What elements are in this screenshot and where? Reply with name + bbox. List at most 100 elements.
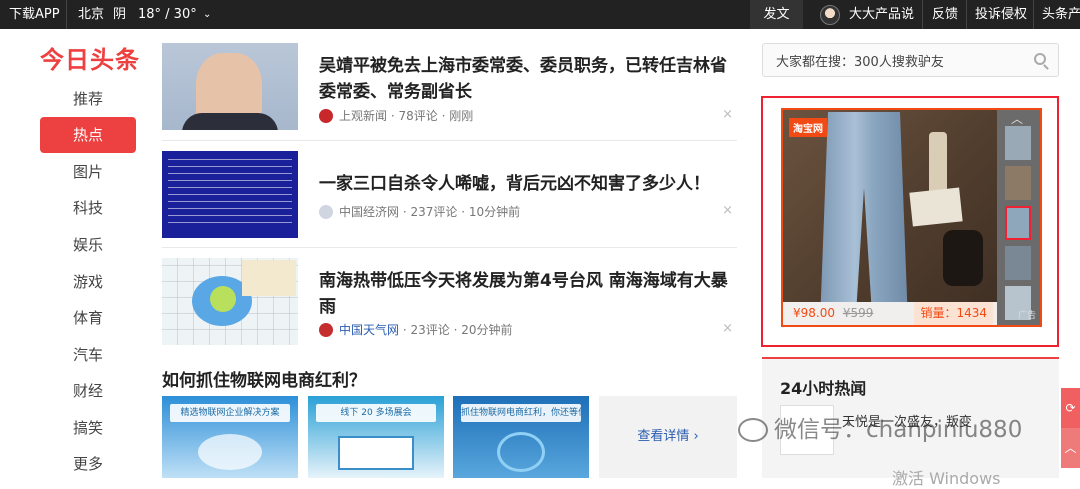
article-time: 10分钟前 <box>468 205 521 219</box>
temperature-label[interactable]: 18° / 30° <box>138 0 197 29</box>
meta-dot: · <box>402 323 407 337</box>
toutiao-logo[interactable]: 今日头条 <box>40 40 140 75</box>
rain-core <box>210 286 236 312</box>
promo-card[interactable]: 抓住物联网电商红利，你还等什么？ <box>453 396 589 478</box>
ad-sales: 销量：1434 <box>914 302 993 325</box>
nav-item-sports[interactable]: 体育 <box>40 300 136 336</box>
chevron-up-icon[interactable]: ︿ <box>1011 110 1023 127</box>
search-box[interactable] <box>762 43 1059 77</box>
article-meta: 中国天气网 · 23评论 · 20分钟前 <box>319 321 513 338</box>
article-title[interactable]: 一家三口自杀令人唏嘘，背后元凶不知害了多少人！ <box>319 171 739 197</box>
promo-card[interactable]: 精选物联网企业解决方案 <box>162 396 298 478</box>
ad-thumbnail[interactable] <box>1005 126 1031 160</box>
article-title[interactable]: 南海热带低压今天将发展为第4号台风 南海海域有大暴雨 <box>319 268 739 320</box>
more-products-link[interactable]: 头条产 <box>1042 0 1080 29</box>
article-time: 刚刚 <box>449 109 474 123</box>
promo-label: 精选物联网企业解决方案 <box>170 404 290 422</box>
separator <box>1033 0 1034 29</box>
weather-label: 阴 <box>113 7 127 22</box>
ad-thumbnail[interactable] <box>1005 246 1031 280</box>
ad-product-image[interactable]: 淘宝网 ¥98.00 ¥599 销量：1434 <box>783 110 997 325</box>
article-meta: 上观新闻 · 78评论 · 刚刚 <box>319 107 473 124</box>
nav-item-entertainment[interactable]: 娱乐 <box>40 227 136 263</box>
close-icon[interactable]: × <box>722 107 733 122</box>
jeans-image <box>820 112 908 302</box>
cloud-icon <box>198 434 262 470</box>
taobao-logo: 淘宝网 <box>789 118 827 137</box>
divider <box>162 140 737 141</box>
separator <box>922 0 923 29</box>
section-title[interactable]: 如何抓住物联网电商红利？ <box>162 366 366 391</box>
article-thumbnail[interactable] <box>162 43 298 130</box>
meta-dot: · <box>402 205 407 219</box>
promo-label: 抓住物联网电商红利，你还等什么？ <box>461 404 581 422</box>
article-comments[interactable]: 23评论 <box>411 323 450 337</box>
screen-icon <box>338 436 414 470</box>
back-to-top-icon[interactable]: ︿ <box>1061 428 1080 468</box>
separator <box>966 0 967 29</box>
nav-item-recommend[interactable]: 推荐 <box>40 81 136 117</box>
nav-item-pictures[interactable]: 图片 <box>40 154 136 190</box>
download-app-link[interactable]: 下载APP <box>9 0 60 29</box>
refresh-icon[interactable]: ⟳ <box>1061 388 1080 428</box>
document-text-lines <box>168 159 292 229</box>
ad-thumbnail-selected[interactable] <box>1005 206 1031 240</box>
source-icon <box>319 323 333 337</box>
article-source[interactable]: 中国天气网 <box>339 323 399 337</box>
watermark-text: 微信号：chanpinlu880 <box>774 417 1023 443</box>
source-icon <box>319 205 333 219</box>
article-source[interactable]: 上观新闻 <box>339 109 387 123</box>
network-icon <box>497 432 545 472</box>
portrait-suit <box>182 113 278 130</box>
magazine-image <box>909 187 963 227</box>
ad-tag: 广告 <box>1017 311 1036 321</box>
article-thumbnail[interactable] <box>162 151 298 238</box>
boot-image <box>943 230 983 286</box>
watermark: 微信号：chanpinlu880 <box>738 410 1022 444</box>
source-icon <box>319 109 333 123</box>
nav-item-finance[interactable]: 财经 <box>40 373 136 409</box>
nav-item-funny[interactable]: 搞笑 <box>40 410 136 446</box>
close-icon[interactable]: × <box>722 321 733 336</box>
article-card[interactable]: 南海热带低压今天将发展为第4号台风 南海海域有大暴雨 中国天气网 · 23评论 … <box>162 258 737 348</box>
ad-old-price: ¥599 <box>842 306 874 320</box>
username-link[interactable]: 大大产品说 <box>849 0 914 29</box>
nav-item-cars[interactable]: 汽车 <box>40 337 136 373</box>
article-thumbnail[interactable] <box>162 258 298 345</box>
separator <box>66 0 67 29</box>
nav-item-hot[interactable]: 热点 <box>40 117 136 153</box>
promo-card[interactable]: 线下 20 多场展会 <box>308 396 444 478</box>
meta-dot: · <box>453 323 458 337</box>
article-card[interactable]: 一家三口自杀令人唏嘘，背后元凶不知害了多少人！ 中国经济网 · 237评论 · … <box>162 151 737 241</box>
article-comments[interactable]: 78评论 <box>399 109 438 123</box>
article-time: 20分钟前 <box>461 323 513 337</box>
divider <box>162 247 737 248</box>
article-title[interactable]: 吴靖平被免去上海市委常委、委员职务，已转任吉林省委常委、常务副省长 <box>319 53 739 105</box>
view-details-button[interactable]: 查看详情 › <box>599 396 737 478</box>
article-card[interactable]: 吴靖平被免去上海市委常委、委员职务，已转任吉林省委常委、常务副省长 上观新闻 ·… <box>162 43 737 133</box>
chevron-down-icon[interactable]: ⌄ <box>203 0 211 29</box>
city-label[interactable]: 北京 <box>78 0 104 29</box>
nav-item-more[interactable]: 更多 <box>40 446 136 482</box>
ad-frame: 淘宝网 ¥98.00 ¥599 销量：1434 ︿ 广告 <box>761 96 1059 347</box>
taobao-ad[interactable]: 淘宝网 ¥98.00 ¥599 销量：1434 ︿ 广告 <box>781 108 1042 327</box>
article-comments[interactable]: 237评论 <box>411 205 458 219</box>
meta-dot: · <box>390 109 395 123</box>
top-bar: 下载APP 北京 阴 18° / 30° ⌄ 发文 大大产品说 反馈 投诉侵权 … <box>0 0 1080 29</box>
search-input[interactable] <box>763 44 1013 76</box>
nav-item-tech[interactable]: 科技 <box>40 190 136 226</box>
ad-thumbnail[interactable] <box>1005 166 1031 200</box>
article-source[interactable]: 中国经济网 <box>339 205 399 219</box>
meta-dot: · <box>441 109 446 123</box>
nav-item-games[interactable]: 游戏 <box>40 264 136 300</box>
post-button[interactable]: 发文 <box>750 0 803 29</box>
complaint-link[interactable]: 投诉侵权 <box>975 0 1027 29</box>
feedback-link[interactable]: 反馈 <box>932 0 958 29</box>
wechat-icon <box>738 418 768 442</box>
close-icon[interactable]: × <box>722 203 733 218</box>
search-icon[interactable] <box>1034 53 1046 65</box>
hot-news-title[interactable]: 24小时热闻 <box>780 375 866 399</box>
ad-price: ¥98.00 <box>793 306 835 320</box>
ad-price-bar: ¥98.00 ¥599 销量：1434 <box>783 302 997 325</box>
avatar[interactable] <box>820 5 840 25</box>
